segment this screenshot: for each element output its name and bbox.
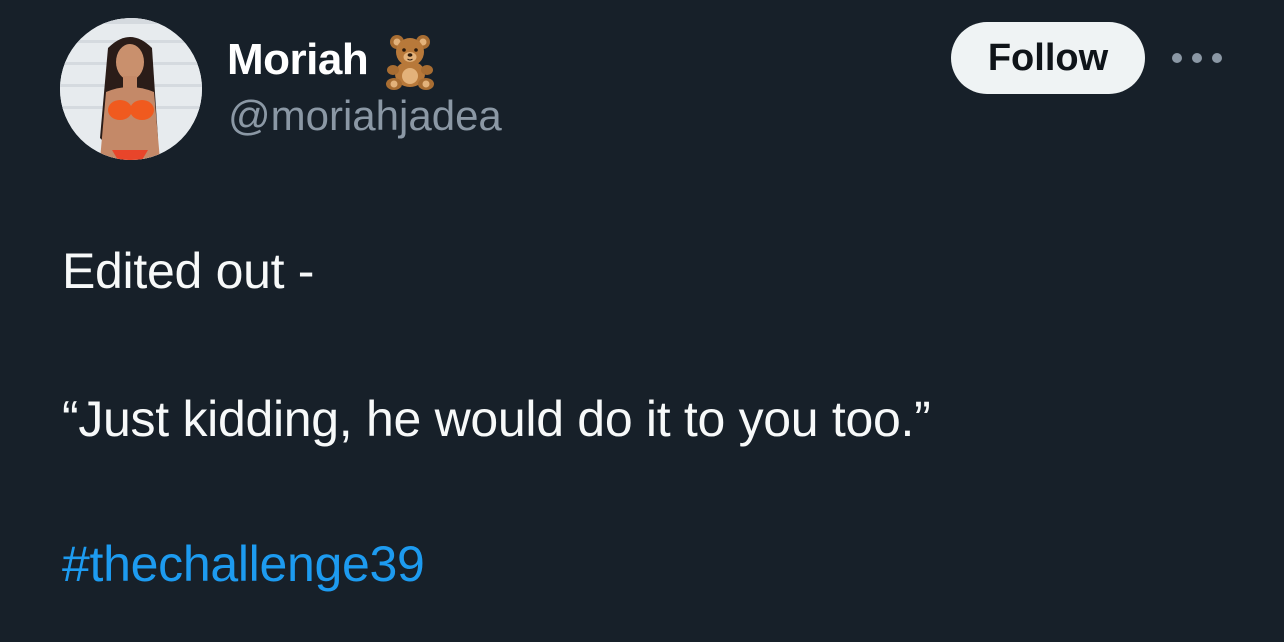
dot bbox=[1192, 53, 1202, 63]
author-handle[interactable]: @moriahjadea bbox=[228, 92, 502, 140]
dot bbox=[1212, 53, 1222, 63]
bear-icon bbox=[380, 30, 440, 90]
hashtag-link[interactable]: #thechallenge39 bbox=[62, 535, 425, 593]
avatar[interactable] bbox=[60, 18, 202, 160]
more-options-icon[interactable] bbox=[1172, 44, 1222, 72]
tweet-text-line: Edited out - bbox=[62, 243, 315, 299]
tweet-card: Moriah @moriahjadea Follow Edited out - … bbox=[0, 0, 1284, 642]
author-name-row[interactable]: Moriah bbox=[227, 30, 440, 90]
follow-button[interactable]: Follow bbox=[951, 22, 1145, 94]
dot bbox=[1172, 53, 1182, 63]
display-name[interactable]: Moriah bbox=[227, 35, 369, 85]
tweet-text-quote: “Just kidding, he would do it to you too… bbox=[62, 391, 931, 447]
